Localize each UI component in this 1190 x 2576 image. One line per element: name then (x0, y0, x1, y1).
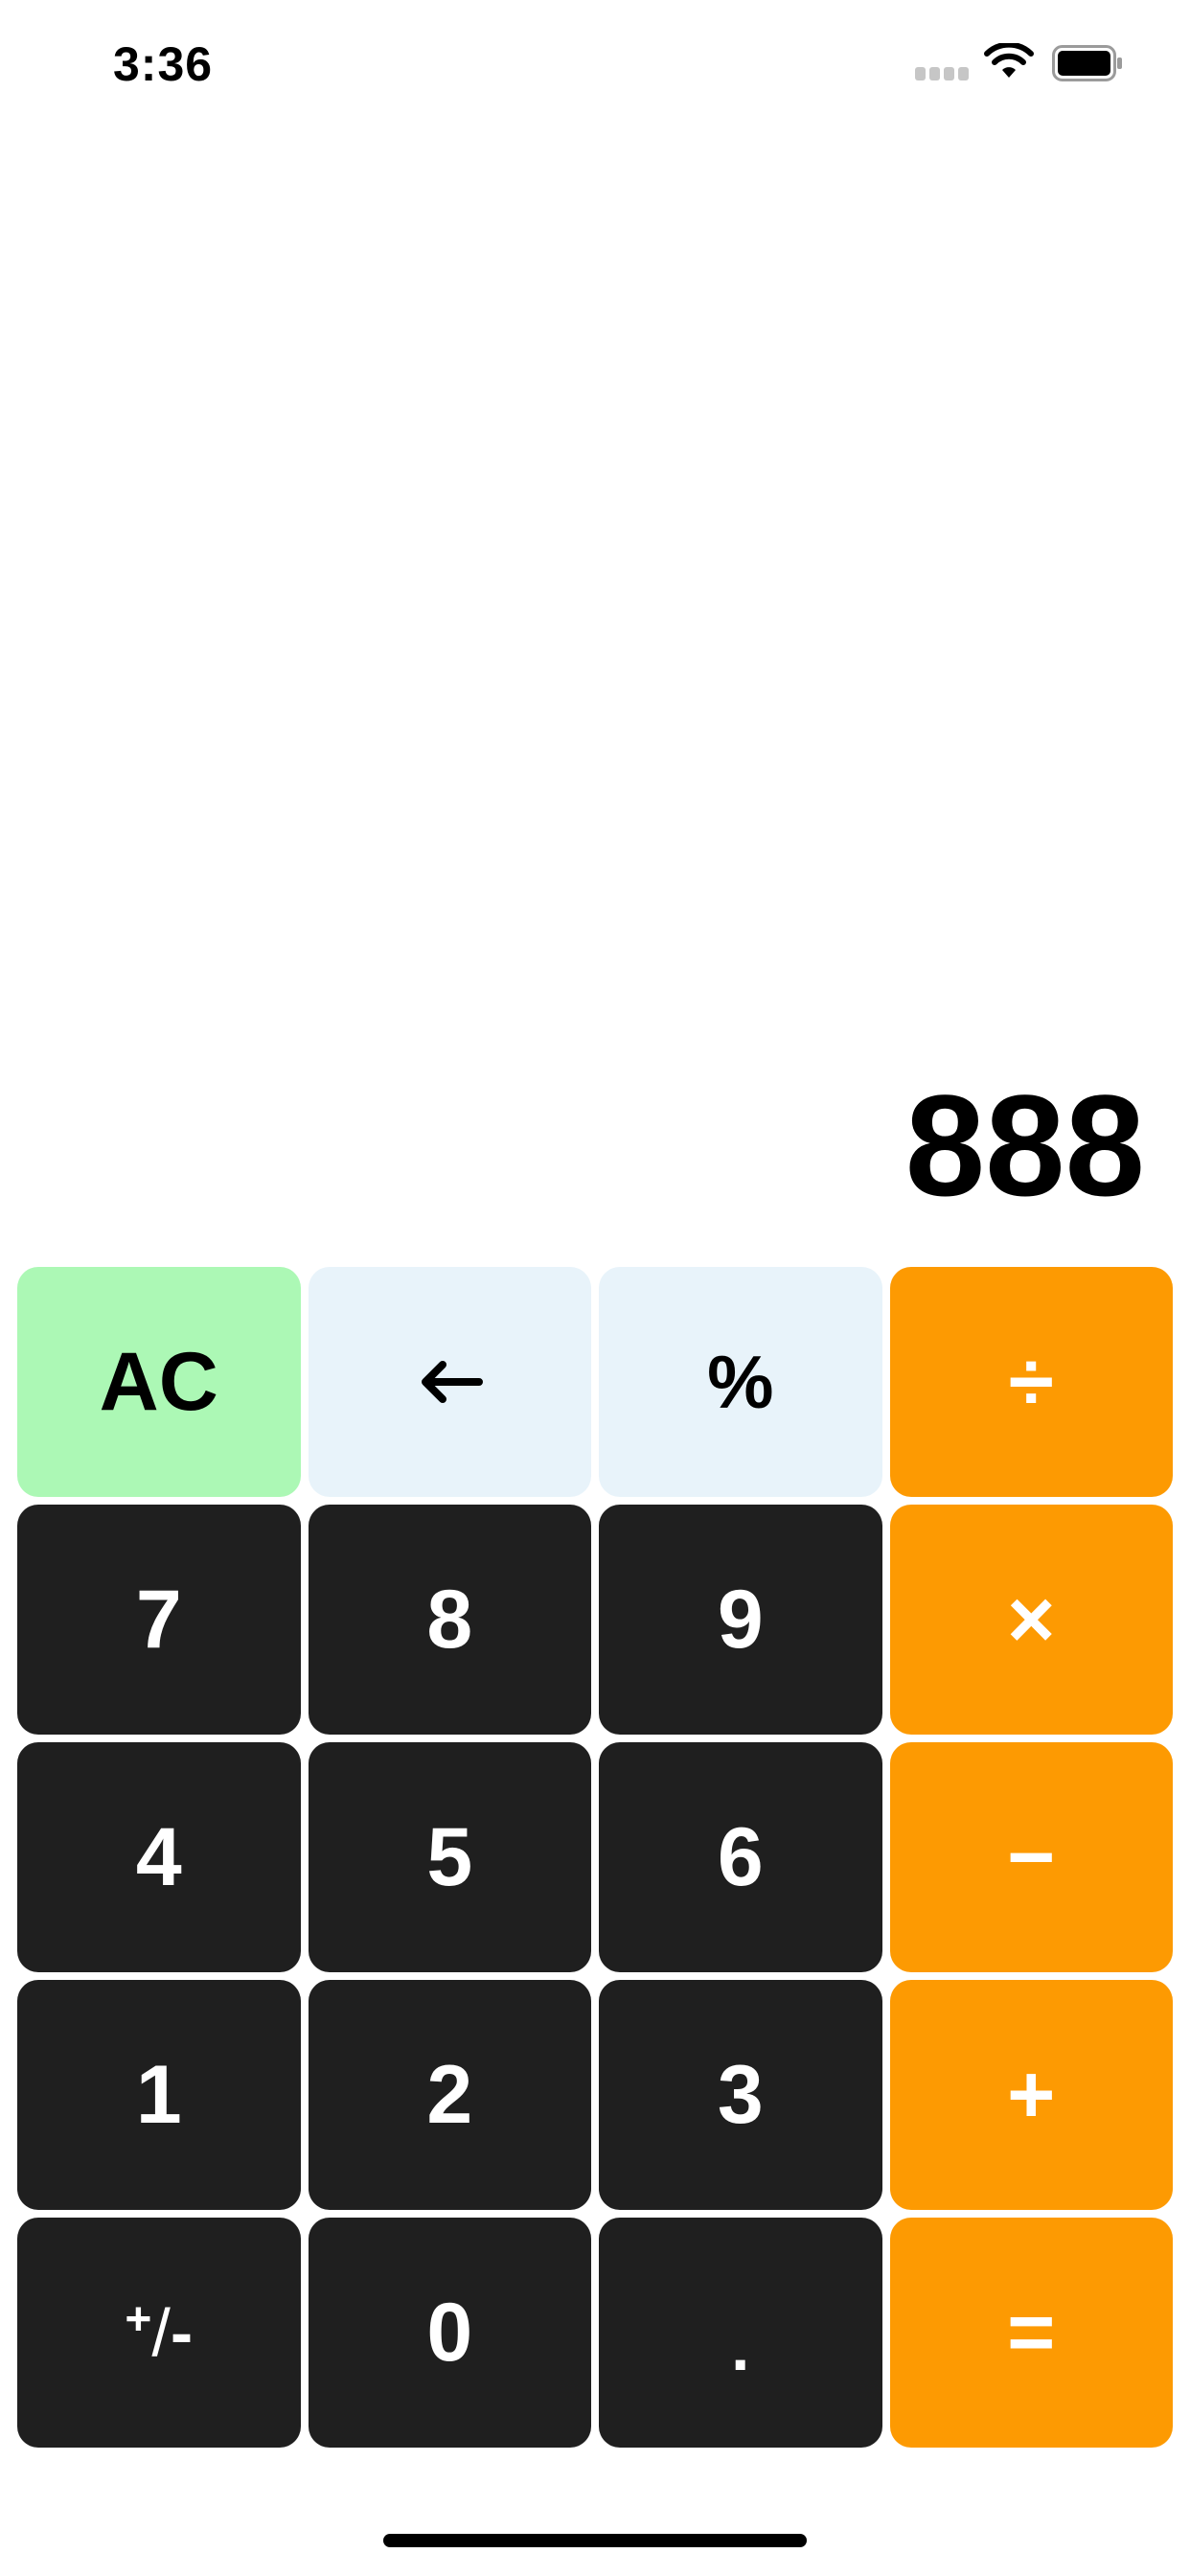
wifi-icon (984, 43, 1034, 78)
digit-8-button[interactable]: 8 (308, 1505, 591, 1735)
digit-0-button[interactable]: 0 (308, 2218, 591, 2448)
plus-minus-slash: / (151, 2295, 171, 2370)
digit-4-button[interactable]: 4 (17, 1742, 301, 1972)
battery-icon (1052, 45, 1122, 81)
result-display: 888 (904, 1065, 1145, 1226)
backspace-button[interactable] (308, 1267, 591, 1497)
keypad: AC % ÷ 7 8 9 × 4 5 6 − 1 2 3 + + / - 0 . = (17, 1267, 1173, 2448)
equals-button[interactable]: = (889, 2218, 1173, 2448)
plus-minus-minus: - (170, 2295, 194, 2370)
clear-button[interactable]: AC (17, 1267, 301, 1497)
home-indicator[interactable] (383, 2534, 807, 2547)
digit-9-button[interactable]: 9 (599, 1505, 882, 1735)
add-button[interactable]: + (889, 1980, 1173, 2210)
subtract-button[interactable]: − (889, 1742, 1173, 1972)
digit-2-button[interactable]: 2 (308, 1980, 591, 2210)
digit-1-button[interactable]: 1 (17, 1980, 301, 2210)
cellular-signal-icon (915, 67, 971, 80)
status-bar: 3:36 (0, 0, 1190, 129)
digit-5-button[interactable]: 5 (308, 1742, 591, 1972)
divide-button[interactable]: ÷ (889, 1267, 1173, 1497)
digit-3-button[interactable]: 3 (599, 1980, 882, 2210)
plus-minus-plus: + (125, 2293, 152, 2345)
status-time: 3:36 (113, 37, 214, 91)
multiply-button[interactable]: × (889, 1505, 1173, 1735)
decimal-button[interactable]: . (599, 2218, 882, 2448)
back-arrow-icon (422, 1361, 484, 1403)
digit-7-button[interactable]: 7 (17, 1505, 301, 1735)
plus-minus-button[interactable]: + / - (17, 2218, 301, 2448)
digit-6-button[interactable]: 6 (599, 1742, 882, 1972)
percent-button[interactable]: % (599, 1267, 882, 1497)
